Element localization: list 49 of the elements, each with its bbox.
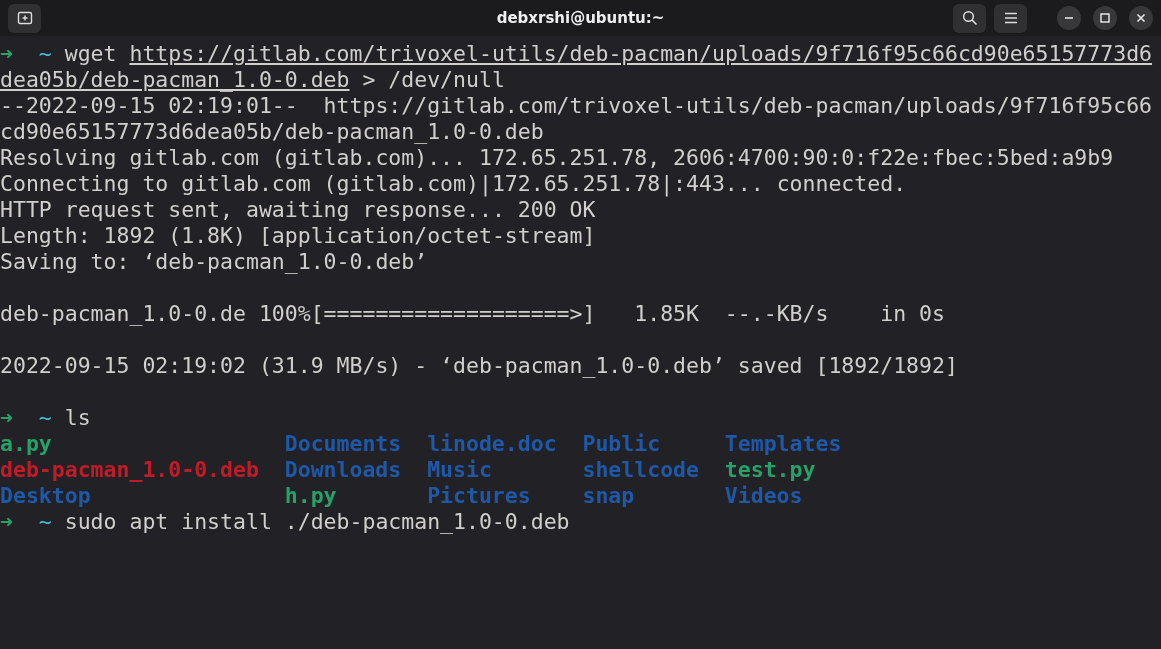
file-name: a.py xyxy=(0,431,53,457)
file-name: deb-pacman_1.0-0.deb xyxy=(0,457,260,483)
prompt-path: ~ xyxy=(38,509,52,534)
prompt-arrow: ➜ xyxy=(0,405,13,430)
new-tab-button[interactable] xyxy=(8,3,41,33)
file-name: linode.doc xyxy=(427,431,558,457)
file-name: Pictures xyxy=(427,483,532,509)
search-button[interactable] xyxy=(953,3,986,33)
terminal-text: wget xyxy=(64,41,118,66)
file-name: Music xyxy=(427,457,493,483)
file-name: Videos xyxy=(724,483,804,509)
menu-icon xyxy=(1003,12,1018,24)
file-name: h.py xyxy=(284,483,338,509)
link[interactable]: https://gitlab.com/trivoxel-utils/deb-pacman/uploads/9f716f95c66cd90e65157773d6 xyxy=(129,41,1153,66)
prompt-arrow: ➜ xyxy=(0,41,13,66)
file-name: snap xyxy=(582,483,636,509)
maximize-icon xyxy=(1100,13,1110,23)
search-icon xyxy=(961,10,978,26)
terminal-text: Saving to: ‘deb-pacman_1.0-0.deb’ xyxy=(0,249,428,274)
prompt-path: ~ xyxy=(38,405,52,430)
file-name: Templates xyxy=(724,431,843,457)
file-name: test.py xyxy=(724,457,817,483)
file-name: shellcode xyxy=(582,457,700,483)
close-icon xyxy=(1136,13,1146,23)
prompt-path: ~ xyxy=(38,41,52,66)
terminal-text: Connecting to gitlab.com (gitlab.com)|172.65.251.78|:443... connected. xyxy=(0,171,907,196)
terminal-text: Length: 1892 (1.8K) [application/octet-stream] xyxy=(0,223,596,248)
terminal-text: deb-pacman_1.0-0.de 100%[===================>] 1.85K --.-KB/s in 0s xyxy=(0,301,945,326)
terminal-text: > /dev/null xyxy=(361,67,505,92)
terminal-text: HTTP request sent, awaiting response... 200 OK xyxy=(0,197,596,222)
terminal-text: sudo apt install ./deb-pacman_1.0-0.deb xyxy=(64,509,570,534)
new-tab-icon xyxy=(16,10,33,26)
terminal-text: ls xyxy=(64,405,91,430)
link[interactable]: dea05b/deb-pacman_1.0-0.deb xyxy=(0,67,350,92)
minimize-icon xyxy=(1064,17,1074,19)
terminal-text: cd90e65157773d6dea05b/deb-pacman_1.0-0.deb xyxy=(0,119,544,144)
minimize-button[interactable] xyxy=(1057,6,1081,30)
file-name: Downloads xyxy=(284,457,403,483)
menu-button[interactable] xyxy=(994,3,1027,33)
prompt-arrow: ➜ xyxy=(0,509,13,534)
close-button[interactable] xyxy=(1129,6,1153,30)
file-name: Documents xyxy=(284,431,403,457)
terminal-text: 2022-09-15 02:19:02 (31.9 MB/s) - ‘deb-pacman_1.0-0.deb’ saved [1892/1892] xyxy=(0,353,958,378)
file-name: Public xyxy=(582,431,662,457)
window-title: debxrshi@ubuntu:~ xyxy=(496,9,665,27)
file-name: Desktop xyxy=(0,483,92,509)
terminal-text: Resolving gitlab.com (gitlab.com)... 172.65.251.78, 2606:4700:90:0:f22e:fbec:5bed:a9b9 xyxy=(0,145,1114,170)
terminal-text: --2022-09-15 02:19:01-- https://gitlab.com/trivoxel-utils/deb-pacman/uploads/9f716f95c66 xyxy=(0,93,1153,118)
maximize-button[interactable] xyxy=(1093,6,1117,30)
